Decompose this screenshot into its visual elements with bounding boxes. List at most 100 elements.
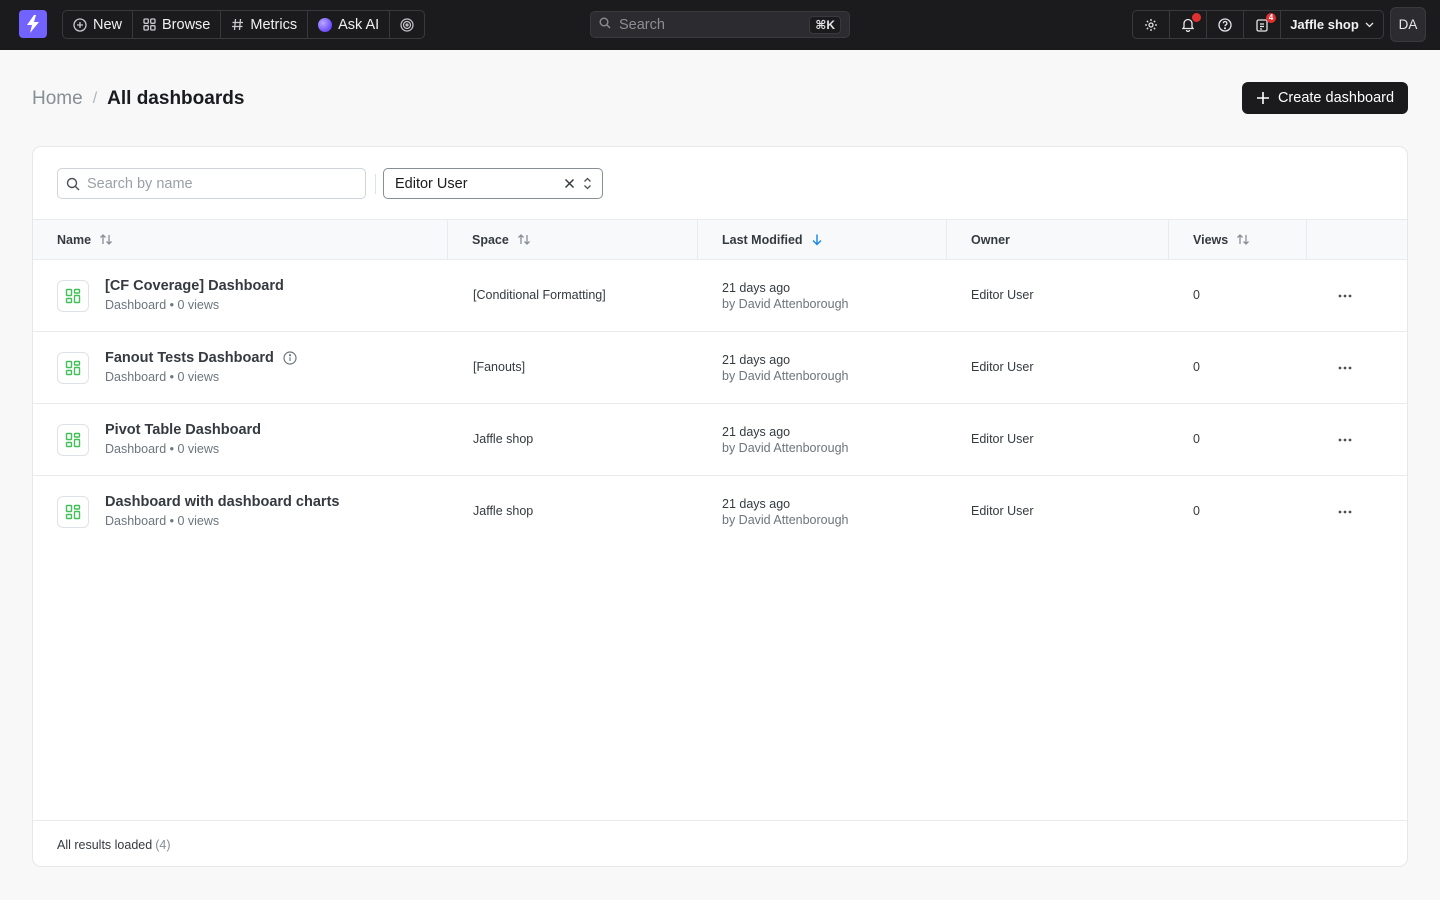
last-modified-cell: 21 days ago by David Attenborough: [722, 352, 848, 384]
create-dashboard-button[interactable]: Create dashboard: [1242, 82, 1408, 114]
ask-ai-label: Ask AI: [338, 16, 380, 33]
top-navbar: New Browse Metrics Ask AI Search ⌘K 4 Ja…: [0, 0, 1440, 50]
create-dashboard-label: Create dashboard: [1277, 90, 1395, 106]
plus-circle-icon: [73, 17, 87, 32]
filter-divider: [375, 174, 376, 194]
column-last-modified[interactable]: Last Modified: [698, 220, 947, 259]
search-placeholder: Search: [619, 16, 665, 33]
row-menu-button[interactable]: [1333, 430, 1357, 450]
views-cell: 0: [1193, 504, 1200, 518]
dashboard-name-link[interactable]: Dashboard with dashboard charts: [105, 494, 339, 510]
owner-cell: Editor User: [971, 504, 1034, 518]
column-space[interactable]: Space: [448, 220, 698, 259]
search-shortcut: ⌘K: [809, 15, 841, 34]
modified-time: 21 days ago: [722, 425, 791, 439]
browse-button[interactable]: Browse: [133, 11, 222, 38]
lightdash-logo[interactable]: [19, 10, 47, 38]
global-search[interactable]: Search ⌘K: [590, 11, 850, 38]
row-menu-button[interactable]: [1333, 286, 1357, 306]
clear-icon[interactable]: [564, 178, 575, 189]
page-title: All dashboards: [107, 88, 245, 109]
table-header: Name Space Last Modified Owner Views: [33, 219, 1407, 260]
sort-icon[interactable]: [1236, 233, 1250, 246]
modified-time: 21 days ago: [722, 281, 791, 295]
owner-cell: Editor User: [971, 432, 1034, 446]
metrics-button[interactable]: Metrics: [221, 11, 309, 38]
header-actions: 4 Jaffle shop: [1132, 10, 1384, 39]
hash-icon: [231, 18, 244, 31]
radar-button[interactable]: [390, 11, 424, 38]
column-last-modified-label: Last Modified: [722, 232, 803, 247]
table-row[interactable]: Fanout Tests Dashboard Dashboard • 0 vie…: [33, 332, 1407, 404]
table-row[interactable]: Dashboard with dashboard charts Dashboar…: [33, 476, 1407, 548]
new-button[interactable]: New: [63, 11, 134, 38]
dashboard-name-link[interactable]: [CF Coverage] Dashboard: [105, 278, 284, 294]
ask-ai-button[interactable]: Ask AI: [308, 11, 391, 38]
owner-filter-value: Editor User: [395, 175, 468, 192]
table-footer: All results loaded (4): [33, 820, 1407, 866]
dashboard-name-link[interactable]: Pivot Table Dashboard: [105, 422, 261, 438]
views-cell: 0: [1193, 288, 1200, 302]
views-cell: 0: [1193, 432, 1200, 446]
sort-icon[interactable]: [99, 233, 113, 246]
column-space-label: Space: [472, 232, 509, 247]
modified-by: by David Attenborough: [722, 513, 849, 527]
space-cell: [Fanouts]: [473, 360, 526, 374]
dashboard-name: Pivot Table Dashboard: [105, 422, 262, 438]
table-row[interactable]: [CF Coverage] Dashboard Dashboard • 0 vi…: [33, 260, 1407, 332]
last-modified-cell: 21 days ago by David Attenborough: [722, 496, 848, 528]
column-owner-label: Owner: [971, 232, 1010, 247]
gear-icon: [1145, 18, 1157, 31]
column-name[interactable]: Name: [33, 220, 448, 259]
breadcrumb-home[interactable]: Home: [32, 88, 83, 110]
owner-cell: Editor User: [971, 360, 1034, 374]
tasks-badge: 4: [1266, 13, 1276, 23]
dashboard-subtitle: Dashboard • 0 views: [105, 514, 220, 528]
project-name: Jaffle shop: [1290, 17, 1359, 32]
modified-time: 21 days ago: [722, 497, 791, 511]
dashboard-icon: [57, 424, 89, 456]
grid-icon: [143, 18, 156, 31]
selector-icon[interactable]: [583, 177, 592, 190]
modified-by: by David Attenborough: [722, 297, 849, 311]
column-name-label: Name: [57, 232, 92, 247]
dots-horizontal-icon: [1338, 366, 1352, 370]
dashboard-name-link[interactable]: Fanout Tests Dashboard: [105, 350, 297, 366]
breadcrumb-separator: /: [92, 90, 98, 107]
browse-label: Browse: [162, 16, 211, 33]
metrics-label: Metrics: [250, 16, 298, 33]
results-status: All results loaded: [57, 837, 153, 852]
chevron-down-icon: [1365, 22, 1374, 27]
dashboard-icon: [57, 352, 89, 384]
new-label: New: [93, 16, 123, 33]
dashboard-name: Dashboard with dashboard charts: [105, 494, 340, 510]
arrow-down-icon[interactable]: [811, 233, 823, 246]
dots-horizontal-icon: [1338, 510, 1352, 514]
notifications-button[interactable]: [1170, 11, 1207, 38]
owner-cell: Editor User: [971, 288, 1034, 302]
user-avatar[interactable]: DA: [1390, 7, 1426, 42]
settings-button[interactable]: [1133, 11, 1170, 38]
last-modified-cell: 21 days ago by David Attenborough: [722, 424, 848, 456]
help-button[interactable]: [1207, 11, 1244, 38]
notification-dot: [1192, 13, 1201, 22]
row-menu-button[interactable]: [1333, 358, 1357, 378]
modified-by: by David Attenborough: [722, 441, 849, 455]
column-views[interactable]: Views: [1169, 220, 1307, 259]
dashboard-subtitle: Dashboard • 0 views: [105, 442, 220, 456]
tasks-button[interactable]: 4: [1244, 11, 1281, 38]
row-menu-button[interactable]: [1333, 502, 1357, 522]
results-count: (4): [155, 837, 171, 852]
search-icon: [599, 17, 611, 33]
dashboard-name: Fanout Tests Dashboard: [105, 350, 274, 366]
owner-filter-select[interactable]: Editor User: [383, 168, 603, 199]
search-icon: [66, 177, 80, 190]
space-cell: Jaffle shop: [473, 432, 534, 446]
table-row[interactable]: Pivot Table Dashboard Dashboard • 0 view…: [33, 404, 1407, 476]
dashboard-subtitle: Dashboard • 0 views: [105, 298, 220, 312]
search-by-name-input[interactable]: Search by name: [57, 168, 366, 199]
info-icon[interactable]: [283, 351, 297, 365]
bolt-icon: [27, 15, 39, 33]
sort-icon[interactable]: [517, 233, 531, 246]
project-switcher[interactable]: Jaffle shop: [1281, 11, 1383, 38]
